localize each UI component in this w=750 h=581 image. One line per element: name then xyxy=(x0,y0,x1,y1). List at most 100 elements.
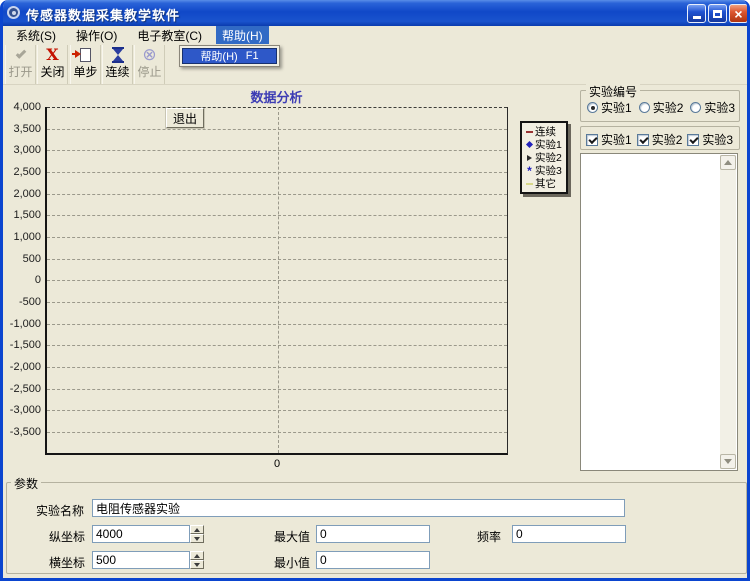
listbox-scrollbar[interactable] xyxy=(720,155,736,469)
gridline xyxy=(47,410,507,411)
menu-system[interactable]: 系统(S) xyxy=(10,26,62,45)
window-title: 传感器数据采集教学软件 xyxy=(26,5,180,24)
close-icon: × xyxy=(734,6,742,22)
menu-eclassroom[interactable]: 电子教室(C) xyxy=(131,26,208,45)
close-x-icon: X xyxy=(46,45,58,65)
y-axis-labels: 4,000 3,500 3,000 2,500 2,000 1,500 1,00… xyxy=(3,107,41,455)
help-menu-item-label: 帮助(H) xyxy=(200,48,237,64)
y-coordinate-input[interactable] xyxy=(92,525,190,543)
min-value-label: 最小值 xyxy=(252,554,310,571)
menu-operation[interactable]: 操作(O) xyxy=(70,26,123,45)
close-button[interactable]: × xyxy=(729,4,748,23)
help-dropdown-menu: 帮助(H) F1 xyxy=(179,45,280,67)
experiment-checkbox-row: 实验1 实验2 实验3 xyxy=(586,131,733,148)
asterisk-marker-icon: * xyxy=(525,166,534,176)
y-tick-label: 3,500 xyxy=(3,123,41,135)
chevron-down-icon xyxy=(724,459,732,464)
legend-item: 其它 xyxy=(525,177,564,190)
y-tick-label: -2,500 xyxy=(3,383,41,395)
chevron-up-icon xyxy=(724,160,732,165)
frequency-input[interactable] xyxy=(512,525,626,543)
checkbox-experiment-1[interactable]: 实验1 xyxy=(586,131,632,148)
stop-button[interactable]: ⊗ 停止 xyxy=(134,45,165,84)
radio-icon xyxy=(639,102,650,113)
center-dashed-line xyxy=(278,107,279,453)
radio-icon xyxy=(587,102,598,113)
radio-experiment-3[interactable]: 实验3 xyxy=(690,99,735,116)
diamond-marker-icon xyxy=(525,142,534,147)
y-tick-label: -500 xyxy=(3,296,41,308)
x-coordinate-label: 横坐标 xyxy=(25,554,85,571)
x-coordinate-spinner xyxy=(190,551,204,569)
group-title: 实验编号 xyxy=(586,83,640,100)
gridline xyxy=(47,172,507,173)
chevron-down-icon xyxy=(194,563,200,567)
gridline xyxy=(47,259,507,260)
spin-down-button[interactable] xyxy=(190,534,204,543)
minimize-icon xyxy=(693,16,701,19)
y-tick-label: -1,500 xyxy=(3,339,41,351)
y-tick-label: 0 xyxy=(3,274,41,286)
titlebar: 传感器数据采集教学软件 × xyxy=(0,0,750,26)
chevron-down-icon xyxy=(194,537,200,541)
y-tick-label: 1,500 xyxy=(3,209,41,221)
frequency-label: 频率 xyxy=(449,528,501,545)
radio-experiment-2[interactable]: 实验2 xyxy=(639,99,684,116)
plot-area xyxy=(45,107,508,455)
y-tick-label: 500 xyxy=(3,253,41,265)
gridline xyxy=(47,150,507,151)
gridline xyxy=(47,367,507,368)
hourglass-icon xyxy=(112,45,124,65)
minimize-button[interactable] xyxy=(687,4,706,23)
gridline xyxy=(47,389,507,390)
y-tick-label: 2,500 xyxy=(3,166,41,178)
radio-experiment-1[interactable]: 实验1 xyxy=(587,99,632,116)
chart-legend: 连续 实验1 实验2 * 实验3 其它 xyxy=(520,121,568,194)
gridline xyxy=(47,302,507,303)
chevron-up-icon xyxy=(194,528,200,532)
step-page-icon xyxy=(80,45,91,65)
dash-marker-icon xyxy=(525,183,534,185)
gridline xyxy=(47,107,507,108)
y-tick-label: -1,000 xyxy=(3,318,41,330)
x-tick-label: 0 xyxy=(266,458,288,470)
gridline xyxy=(47,432,507,433)
params-group-title: 参数 xyxy=(11,475,41,492)
checkbox-experiment-3[interactable]: 实验3 xyxy=(687,131,733,148)
app-window: 传感器数据采集教学软件 × 系统(S) 操作(O) 电子教室(C) 帮助(H) … xyxy=(0,0,750,581)
min-value-input[interactable] xyxy=(316,551,430,569)
triangle-marker-icon xyxy=(525,155,534,161)
spin-down-button[interactable] xyxy=(190,560,204,569)
spin-up-button[interactable] xyxy=(190,525,204,534)
data-listbox[interactable] xyxy=(580,153,738,471)
experiment-radio-row: 实验1 实验2 实验3 xyxy=(587,99,735,116)
y-tick-label: 3,000 xyxy=(3,144,41,156)
radio-icon xyxy=(690,102,701,113)
menu-help[interactable]: 帮助(H) xyxy=(216,26,269,45)
help-menu-item[interactable]: 帮助(H) F1 xyxy=(182,48,277,64)
dash-marker-icon xyxy=(525,131,534,133)
scroll-down-button[interactable] xyxy=(720,454,736,469)
experiment-number-group: 实验编号 实验1 实验2 实验3 xyxy=(580,90,740,122)
y-coordinate-label: 纵坐标 xyxy=(25,528,85,545)
single-step-button[interactable]: 单步 xyxy=(70,45,101,84)
gridline xyxy=(47,194,507,195)
x-coordinate-input[interactable] xyxy=(92,551,190,569)
max-value-input[interactable] xyxy=(316,525,430,543)
experiment-name-input[interactable] xyxy=(92,499,625,517)
experiment-name-label: 实验名称 xyxy=(22,502,84,519)
experiment-checkbox-group: 实验1 实验2 实验3 xyxy=(580,126,740,150)
scroll-up-button[interactable] xyxy=(720,155,736,170)
spin-up-button[interactable] xyxy=(190,551,204,560)
gridline xyxy=(47,324,507,325)
continuous-button[interactable]: 连续 xyxy=(102,45,133,84)
y-tick-label: 1,000 xyxy=(3,231,41,243)
close-file-button[interactable]: X 关闭 xyxy=(37,45,68,84)
chart-title: 数据分析 xyxy=(45,87,508,106)
y-coordinate-spinner xyxy=(190,525,204,543)
checkbox-icon xyxy=(687,134,699,146)
open-button[interactable]: 打开 xyxy=(5,45,36,84)
y-tick-label: -3,500 xyxy=(3,426,41,438)
maximize-button[interactable] xyxy=(708,4,727,23)
checkbox-experiment-2[interactable]: 实验2 xyxy=(637,131,683,148)
